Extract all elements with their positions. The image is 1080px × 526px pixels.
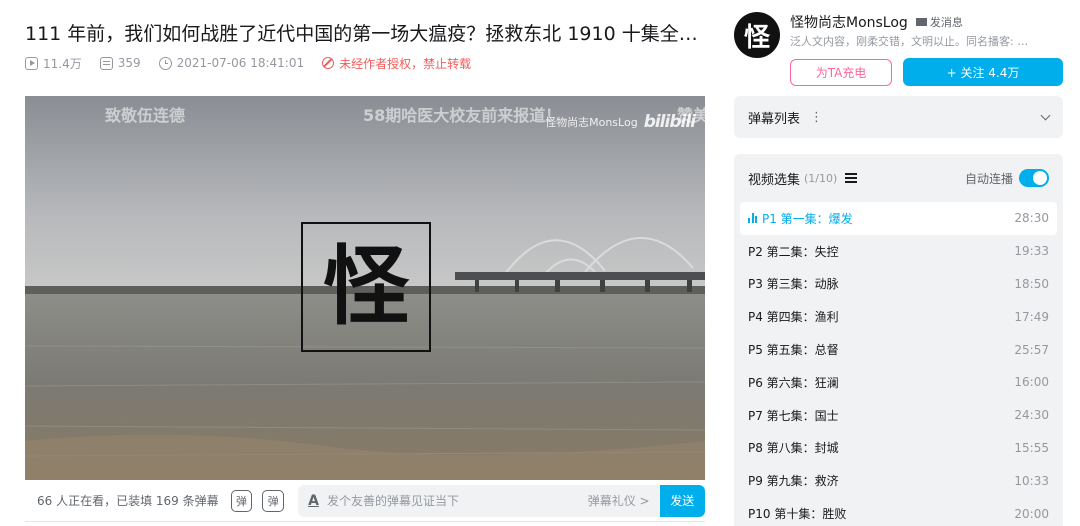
episode-item-6[interactable]: P6 第六集：狂澜 16:00 [734,366,1063,399]
episode-list-header: 视频选集 (1/10) 自动连播 [734,154,1063,202]
episode-title: P7 第七集：国士 [748,408,839,423]
channel-logo-box: 怪 [301,222,431,352]
danmaku-toggle-icon[interactable]: 弹 [230,489,253,512]
playing-icon [748,213,757,224]
forbidden-icon [322,57,335,69]
episode-title: P1 第一集：爆发 [762,211,853,226]
episode-title: P4 第四集：渔利 [748,310,839,325]
episode-item-8[interactable]: P8 第八集：封城 15:55 [734,432,1063,465]
episode-title: P5 第五集：总督 [748,343,839,358]
episode-item-5[interactable]: P5 第五集：总督 25:57 [734,333,1063,366]
mail-icon [915,18,927,26]
send-button[interactable]: 发送 [659,484,706,517]
episode-item-1[interactable]: P1 第一集：爆发 28:30 [740,202,1057,235]
episode-item-9[interactable]: P9 第九集：救济 10:33 [734,464,1063,497]
episode-item-4[interactable]: P4 第四集：渔利 17:49 [734,300,1063,333]
list-view-icon[interactable] [845,173,858,183]
channel-logo-char: 怪 [323,236,409,337]
danmaku-etiquette-link[interactable]: 弹幕礼仪 > [588,492,650,509]
danmaku-settings-icon[interactable]: 弹 [262,489,285,512]
episode-duration: 10:33 [1014,473,1049,488]
episode-duration: 19:33 [1014,244,1049,259]
follow-button[interactable]: + 关注 4.4万 [903,58,1063,86]
danmaku-overlay-1: 致敬伍连德 [105,106,186,125]
publish-time: 2021-07-06 18:41:01 [176,56,305,70]
video-title: 111 年前，我们如何战胜了近代中国的第一场大瘟疫？拯救东北 1910 十集全【… [25,23,715,45]
bilibili-logo: bilibili [643,112,696,132]
autoplay-toggle[interactable] [1019,169,1049,187]
episode-list-title: 视频选集 [748,172,801,188]
uploader-header: 怪物尚志MonsLog 发消息 [790,12,963,32]
danmaku-overlay-2: 58期哈医大校友前来报道！ [363,106,562,125]
message-link[interactable]: 发消息 [915,14,963,30]
episode-title: P3 第三集：动脉 [748,277,839,292]
episode-duration: 17:49 [1014,309,1049,324]
uploader-name[interactable]: 怪物尚志MonsLog [790,12,908,32]
episode-duration: 28:30 [1014,211,1049,226]
episode-item-3[interactable]: P3 第三集：动脉 18:50 [734,268,1063,301]
watermark: 怪物尚志MonsLog bilibili [545,112,696,132]
episode-item-7[interactable]: P7 第七集：国士 24:30 [734,399,1063,432]
episode-title: P10 第十集：胜败 [748,507,847,522]
danmaku-list-panel[interactable]: 弹幕列表 ⋮ [734,96,1063,138]
message-label: 发消息 [929,16,963,29]
watermark-text: 怪物尚志MonsLog [545,116,638,129]
episode-item-10[interactable]: P10 第十集：胜败 20:00 [734,497,1063,526]
avatar[interactable]: 怪 [734,12,780,58]
episode-count: (1/10) [804,171,838,185]
episode-title: P6 第六集：狂澜 [748,375,839,390]
copyright-notice: 未经作者授权，禁止转载 [339,56,472,71]
uploader-description: 泛人文内容，刚柔交错，文明以止。同名播客: … [790,35,1029,48]
episode-duration: 25:57 [1014,342,1049,357]
danmaku-input[interactable]: A 发个友善的弹幕见证当下 弹幕礼仪 > [298,484,660,517]
episode-title: P9 第九集：救济 [748,474,839,489]
episode-item-2[interactable]: P2 第二集：失控 19:33 [734,235,1063,268]
chevron-down-icon[interactable] [1040,110,1051,120]
episode-duration: 16:00 [1014,375,1049,390]
episode-duration: 15:55 [1014,440,1049,455]
episode-title: P2 第二集：失控 [748,244,839,259]
episode-title: P8 第八集：封城 [748,441,839,456]
episode-list: 视频选集 (1/10) 自动连播 P1 第一集：爆发 28:30 P2 第二集：… [734,154,1063,526]
video-meta: 11.4万 359 2021-07-06 18:41:01 未经作者授权，禁止转… [25,55,471,71]
danmaku-input-placeholder: 发个友善的弹幕见证当下 [326,494,459,508]
viewer-count: 66 人正在看，已装填 169 条弹幕 [37,494,219,508]
danmaku-count-icon [99,56,113,70]
view-count: 11.4万 [43,56,82,71]
video-player[interactable]: 致敬伍连德 58期哈医大校友前来报道！ 赞美 怪物尚志MonsLog bilib… [25,96,705,480]
charge-button[interactable]: 为TA充电 [790,59,892,86]
danmaku-count: 359 [117,56,141,70]
episode-duration: 24:30 [1014,408,1049,423]
font-style-icon[interactable]: A [308,493,319,509]
play-count-icon [25,56,38,70]
episode-duration: 20:00 [1014,506,1049,521]
more-icon[interactable]: ⋮ [810,110,823,125]
clock-icon [158,56,172,70]
danmaku-send-bar: 66 人正在看，已装填 169 条弹幕 弹 弹 A 发个友善的弹幕见证当下 弹幕… [25,480,706,522]
episode-duration: 18:50 [1014,276,1049,291]
autoplay-label: 自动连播 [964,171,1013,186]
danmaku-list-label: 弹幕列表 [748,111,801,127]
